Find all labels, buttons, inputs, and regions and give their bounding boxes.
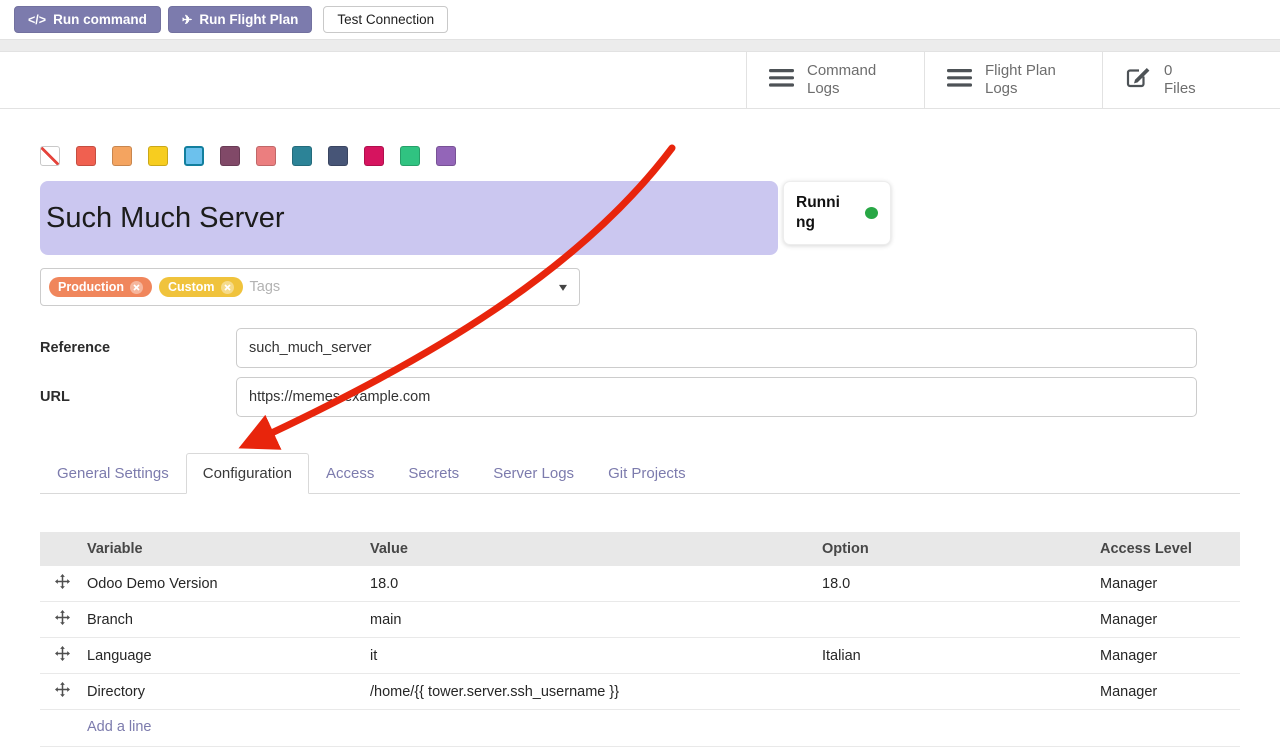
code-icon: </> [28,13,46,27]
tab-general-settings[interactable]: General Settings [40,453,186,494]
cell-option [820,602,1098,638]
table-row[interactable]: Odoo Demo Version 18.0 18.0 Manager [40,566,1240,602]
add-line-row: Add a line [40,710,1240,747]
color-palette [40,146,1240,166]
header-band: CommandLogs Flight PlanLogs 0Files [0,52,1280,109]
color-swatch-none[interactable] [40,146,60,166]
divider-strip [0,39,1280,52]
drag-handle-icon[interactable] [40,566,85,602]
column-header-variable: Variable [85,532,368,566]
tab-git-projects[interactable]: Git Projects [591,453,703,494]
cell-value: /home/{{ tower.server.ssh_username }} [368,674,820,710]
test-connection-button[interactable]: Test Connection [323,6,448,33]
command-logs-button[interactable]: CommandLogs [746,52,924,108]
cell-access-level: Manager [1098,638,1240,674]
cell-option: 18.0 [820,566,1098,602]
list-icon [947,68,972,93]
cell-option [820,674,1098,710]
cell-value: main [368,602,820,638]
color-swatch[interactable] [220,146,240,166]
cell-variable: Branch [85,602,368,638]
cell-variable: Odoo Demo Version [85,566,368,602]
table-header-row: Variable Value Option Access Level [40,532,1240,566]
run-flight-plan-label: Run Flight Plan [199,12,298,27]
color-swatch[interactable] [148,146,168,166]
reference-label: Reference [40,340,236,356]
flight-plan-logs-label: Flight PlanLogs [985,62,1056,98]
color-swatch[interactable] [76,146,96,166]
color-swatch[interactable] [400,146,420,166]
column-header-access-level: Access Level [1098,532,1240,566]
files-label: 0Files [1164,62,1196,98]
cell-variable: Language [85,638,368,674]
field-group: Reference URL [40,328,1197,417]
drag-handle-icon[interactable] [40,602,85,638]
list-icon [769,68,794,93]
run-flight-plan-button[interactable]: ✈ Run Flight Plan [168,6,312,33]
table-row[interactable]: Branch main Manager [40,602,1240,638]
cell-value: it [368,638,820,674]
status-label: Running [796,193,844,233]
url-label: URL [40,389,236,405]
handle-column-header [40,532,85,566]
title-row: Such Much Server Running [40,181,1240,255]
column-header-value: Value [368,532,820,566]
tab-configuration[interactable]: Configuration [186,453,309,494]
command-logs-label: CommandLogs [807,62,876,98]
add-a-line-link[interactable]: Add a line [87,719,152,735]
send-icon: ✈ [182,12,192,27]
color-swatch[interactable] [328,146,348,166]
flight-plan-logs-button[interactable]: Flight PlanLogs [924,52,1102,108]
remove-tag-icon[interactable] [221,281,234,294]
chevron-down-icon[interactable] [559,285,567,291]
status-dot [865,207,878,219]
tab-secrets[interactable]: Secrets [391,453,476,494]
reference-input[interactable] [236,328,1197,368]
notebook-tabs: General Settings Configuration Access Se… [40,453,1240,494]
reference-row: Reference [40,328,1197,368]
color-swatch[interactable] [292,146,312,166]
edit-icon [1125,66,1151,95]
tags-input[interactable]: Production Custom Tags [40,268,580,306]
drag-handle-icon[interactable] [40,638,85,674]
variables-table: Variable Value Option Access Level Odoo … [40,532,1240,747]
status-card[interactable]: Running [783,181,891,245]
cell-access-level: Manager [1098,566,1240,602]
cell-access-level: Manager [1098,674,1240,710]
tag-label: Custom [168,280,215,294]
server-name-input[interactable]: Such Much Server [40,181,778,255]
url-row: URL [40,377,1197,417]
tag-custom: Custom [159,277,243,297]
files-button[interactable]: 0Files [1102,52,1280,108]
cell-access-level: Manager [1098,602,1240,638]
form-sheet: Such Much Server Running Production Cust… [0,146,1280,747]
color-swatch-selected[interactable] [184,146,204,166]
color-swatch[interactable] [436,146,456,166]
color-swatch[interactable] [256,146,276,166]
run-command-label: Run command [53,12,147,27]
drag-handle-icon[interactable] [40,674,85,710]
cell-option: Italian [820,638,1098,674]
color-swatch[interactable] [112,146,132,166]
table-row[interactable]: Language it Italian Manager [40,638,1240,674]
tab-server-logs[interactable]: Server Logs [476,453,591,494]
tag-label: Production [58,280,124,294]
color-swatch[interactable] [364,146,384,166]
test-connection-label: Test Connection [337,12,434,27]
column-header-option: Option [820,532,1098,566]
run-command-button[interactable]: </> Run command [14,6,161,33]
table-row[interactable]: Directory /home/{{ tower.server.ssh_user… [40,674,1240,710]
cell-variable: Directory [85,674,368,710]
cell-value: 18.0 [368,566,820,602]
url-input[interactable] [236,377,1197,417]
tab-access[interactable]: Access [309,453,391,494]
top-toolbar: </> Run command ✈ Run Flight Plan Test C… [0,0,1280,39]
tags-placeholder: Tags [250,279,281,295]
remove-tag-icon[interactable] [130,281,143,294]
tag-production: Production [49,277,152,297]
